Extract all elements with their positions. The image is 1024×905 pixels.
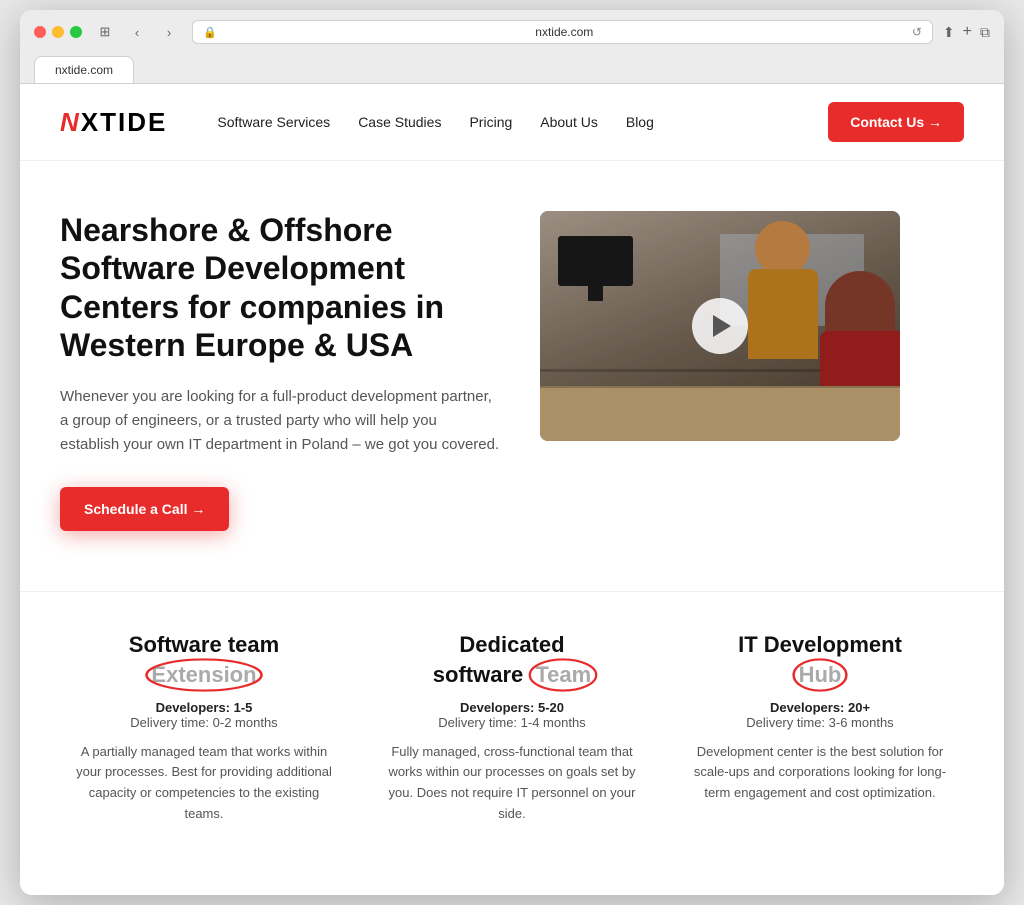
hero-description: Whenever you are looking for a full-prod… [60,385,500,457]
hero-section: Nearshore & Offshore Software Developmen… [20,161,1004,571]
nav-blog[interactable]: Blog [626,114,654,130]
logo[interactable]: NXTIDE [60,107,167,138]
forward-icon[interactable]: › [156,22,182,42]
service-1-meta: Developers: 1-5 Delivery time: 0-2 month… [70,700,338,730]
service-1-circled-word: Extension [151,662,256,688]
nav-icons: ⊞ ‹ › [92,22,182,42]
service-2-devs: Developers: 5-20 [378,700,646,715]
service-3-delivery: Delivery time: 3-6 months [686,715,954,730]
service-card-hub: IT Development Hub Developers: 20+ Deliv… [676,612,964,845]
minimize-button[interactable] [52,26,64,38]
play-overlay[interactable] [540,211,900,441]
service-3-circled-word: Hub [799,662,842,688]
service-2-meta: Developers: 5-20 Delivery time: 1-4 mont… [378,700,646,730]
service-1-delivery: Delivery time: 0-2 months [70,715,338,730]
service-3-title-line2: Hub [686,662,954,688]
lock-icon: 🔒 [203,26,217,39]
service-3-title-line1: IT Development [686,632,954,658]
new-tab-icon[interactable]: + [963,23,972,41]
nav-about-us[interactable]: About Us [540,114,598,130]
service-1-description: A partially managed team that works with… [70,742,338,825]
browser-window: ⊞ ‹ › 🔒 nxtide.com ↺ ⬆ + ⧉ nxtide.com NX… [20,10,1004,895]
service-1-devs: Developers: 1-5 [70,700,338,715]
hero-text: Nearshore & Offshore Software Developmen… [60,211,500,531]
service-2-subtitle-prefix: software [433,662,530,688]
close-button[interactable] [34,26,46,38]
service-1-title-line1: Software team [70,632,338,658]
contact-us-button[interactable]: Contact Us → [828,102,964,142]
service-3-meta: Developers: 20+ Delivery time: 3-6 month… [686,700,954,730]
nav-case-studies[interactable]: Case Studies [358,114,441,130]
hero-video[interactable] [540,211,900,441]
logo-n: N [60,107,81,137]
service-2-circled-word: Team [535,662,591,688]
browser-actions: ⬆ + ⧉ [943,23,990,41]
nav-links: Software Services Case Studies Pricing A… [217,114,828,130]
traffic-lights [34,26,82,38]
service-3-devs: Developers: 20+ [686,700,954,715]
browser-tabs: nxtide.com [34,52,990,83]
logo-rest: XTIDE [81,107,168,137]
reload-icon[interactable]: ↺ [912,25,922,39]
play-button[interactable] [692,298,748,354]
service-2-description: Fully managed, cross-functional team tha… [378,742,646,825]
tabs-icon[interactable]: ⧉ [980,24,990,41]
page-content: NXTIDE Software Services Case Studies Pr… [20,84,1004,895]
service-2-title-line1: Dedicated [378,632,646,658]
navbar: NXTIDE Software Services Case Studies Pr… [20,84,1004,161]
schedule-call-button[interactable]: Schedule a Call → [60,487,229,531]
service-card-extension: Software team Extension Developers: 1-5 … [60,612,348,845]
services-section: Software team Extension Developers: 1-5 … [20,591,1004,895]
address-bar[interactable]: 🔒 nxtide.com ↺ [192,20,933,44]
service-2-delivery: Delivery time: 1-4 months [378,715,646,730]
nav-pricing[interactable]: Pricing [469,114,512,130]
back-icon[interactable]: ‹ [124,22,150,42]
service-card-team: Dedicated software Team Developers: 5-20… [368,612,656,845]
service-3-description: Development center is the best solution … [686,742,954,804]
sidebar-toggle-icon[interactable]: ⊞ [92,22,118,42]
active-tab[interactable]: nxtide.com [34,56,134,83]
nav-software-services[interactable]: Software Services [217,114,330,130]
service-1-title-line2: Extension [70,662,338,688]
url-display: nxtide.com [223,25,906,39]
browser-chrome: ⊞ ‹ › 🔒 nxtide.com ↺ ⬆ + ⧉ nxtide.com [20,10,1004,84]
play-triangle-icon [713,315,731,337]
maximize-button[interactable] [70,26,82,38]
service-2-title-line2: software Team [378,662,646,688]
hero-title: Nearshore & Offshore Software Developmen… [60,211,500,365]
share-icon[interactable]: ⬆ [943,24,955,41]
